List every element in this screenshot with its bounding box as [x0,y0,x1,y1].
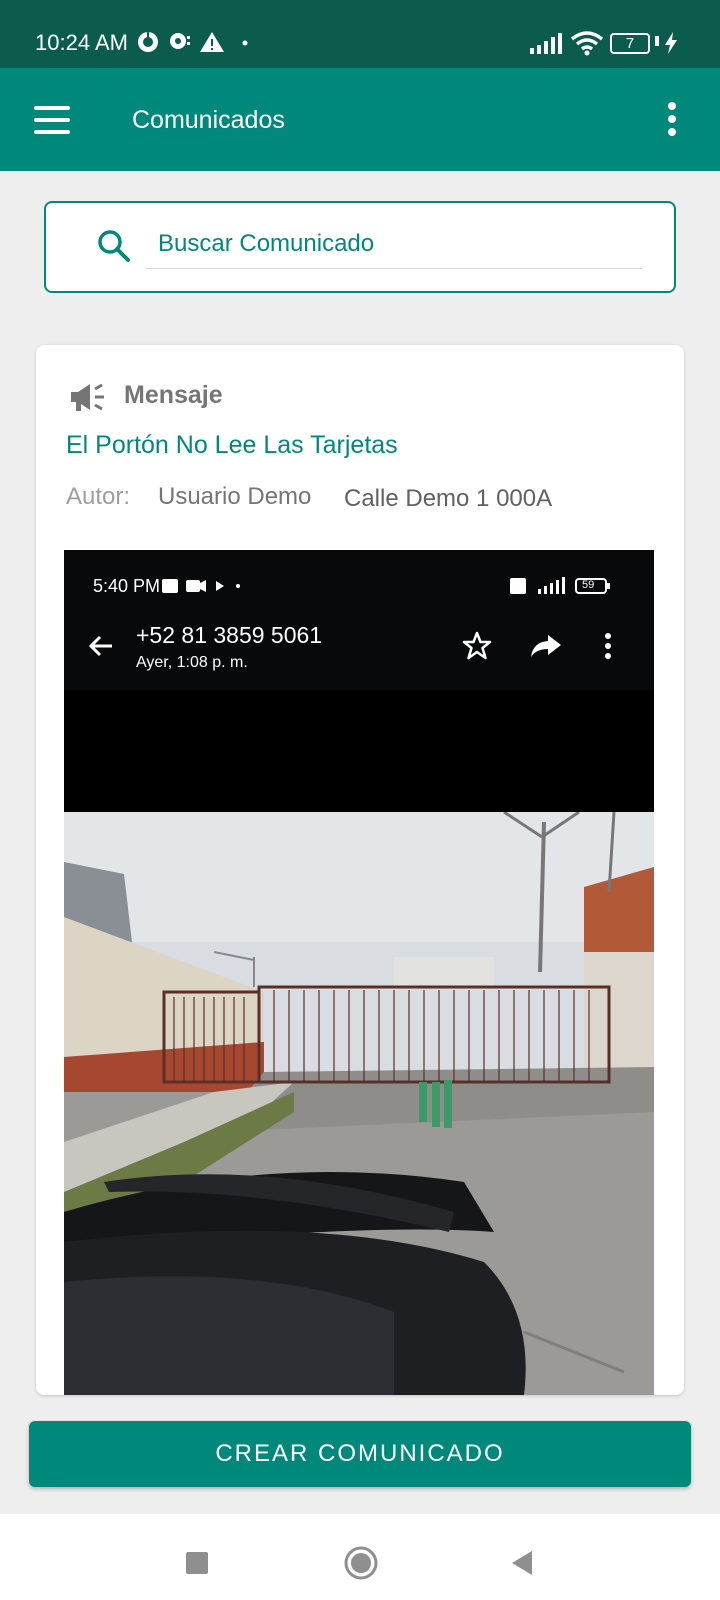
author-address: Calle Demo 1 000A [344,485,553,512]
create-announcement-button[interactable]: CREAR COMUNICADO [29,1421,691,1487]
attachment-black-band [64,690,654,812]
chat-notification-icon [170,33,190,49]
signal-icon [530,33,562,54]
hamburger-menu-icon[interactable] [34,106,70,134]
charging-bolt-icon [665,32,677,54]
recent-apps-icon[interactable] [186,1552,208,1574]
back-icon[interactable] [510,1550,534,1576]
attachment-time: 5:40 PM [93,576,161,596]
search-input[interactable] [146,219,642,269]
app-notification-icon [138,32,158,52]
battery-icon: 7 [610,33,650,54]
app-bar: Comunicados [0,68,720,171]
author-name: Usuario Demo [158,483,312,510]
gate-photo [64,812,654,1395]
attachment-more-icon [605,633,611,659]
back-arrow-icon [88,635,112,657]
battery-tip-icon [655,36,659,46]
home-icon[interactable] [344,1546,378,1580]
attachment-battery: 59 [582,579,595,591]
attachment-date: Ayer, 1:08 p. m. [136,654,248,671]
more-vert-icon[interactable] [666,102,678,136]
attachment-phone-header: 5:40 PM 59 +52 81 3859 5061 Ayer, 1:08 p… [64,550,654,690]
status-time: 10:24 AM [35,30,128,55]
system-nav-bar [0,1514,720,1600]
author-label: Autor: [66,483,131,510]
status-bar: 10:24 AM 7 [0,0,720,68]
attachment-status-icons [510,577,610,594]
search-icon [98,230,130,262]
announcement-title[interactable]: El Portón No Lee Las Tarjetas [66,431,398,460]
warning-icon [200,32,224,52]
more-notifications-dot-icon [242,40,248,46]
wifi-icon [570,31,604,56]
share-forward-icon [531,635,561,657]
star-icon [462,631,492,660]
search-box[interactable] [44,201,676,293]
message-type-label: Mensaje [124,381,223,409]
attachment-notification-icons [162,579,240,593]
attachment-image[interactable]: 5:40 PM 59 +52 81 3859 5061 Ayer, 1:08 p… [64,550,654,1395]
attachment-phone-number: +52 81 3859 5061 [136,622,323,648]
battery-level: 7 [625,35,635,52]
megaphone-icon [71,383,104,411]
page-title: Comunicados [132,106,285,134]
announcement-card[interactable]: Mensaje El Portón No Lee Las Tarjetas Au… [36,345,684,1395]
